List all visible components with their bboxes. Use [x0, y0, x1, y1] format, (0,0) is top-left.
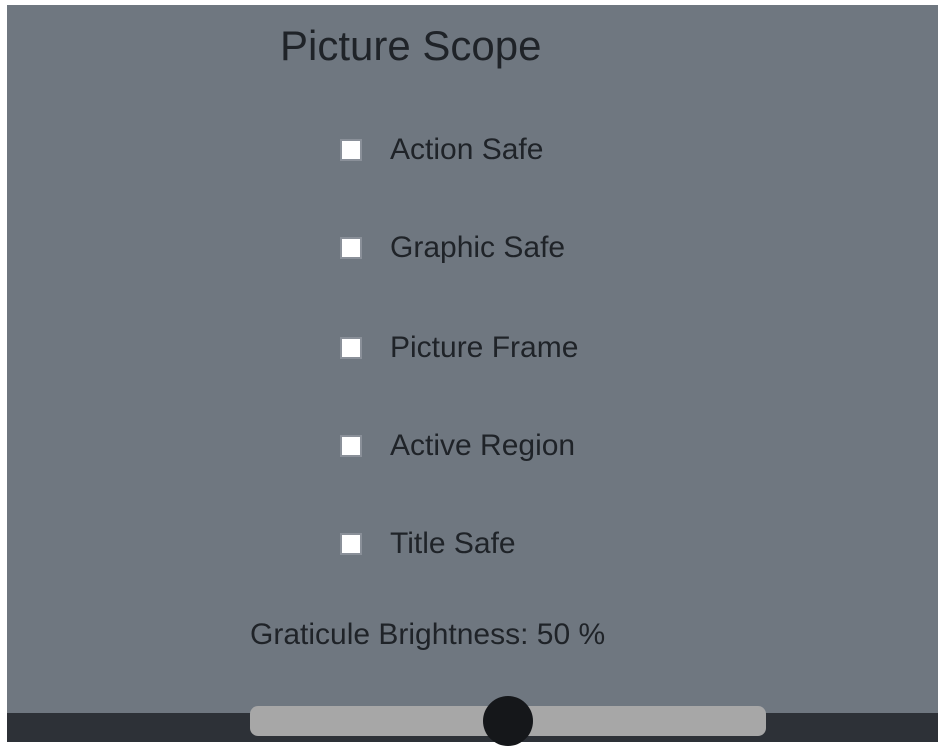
panel-title: Picture Scope: [280, 22, 542, 69]
title-safe-checkbox[interactable]: [340, 533, 362, 555]
graphic-safe-checkbox[interactable]: [340, 237, 362, 259]
graticule-brightness-label: Graticule Brightness: 50 %: [250, 618, 606, 651]
picture-frame-checkbox[interactable]: [340, 337, 362, 359]
picture-frame-label: Picture Frame: [390, 331, 579, 364]
option-title-safe[interactable]: Title Safe: [340, 524, 516, 564]
graticule-brightness-slider[interactable]: [250, 696, 766, 746]
option-graphic-safe[interactable]: Graphic Safe: [340, 228, 565, 268]
active-region-label: Active Region: [390, 429, 576, 462]
action-safe-label: Action Safe: [390, 133, 544, 166]
title-safe-label: Title Safe: [390, 527, 516, 560]
graphic-safe-label: Graphic Safe: [390, 231, 566, 264]
option-action-safe[interactable]: Action Safe: [340, 130, 543, 170]
option-picture-frame[interactable]: Picture Frame: [340, 328, 578, 368]
slider-thumb[interactable]: [483, 696, 533, 746]
option-active-region[interactable]: Active Region: [340, 426, 575, 466]
action-safe-checkbox[interactable]: [340, 139, 362, 161]
active-region-checkbox[interactable]: [340, 435, 362, 457]
